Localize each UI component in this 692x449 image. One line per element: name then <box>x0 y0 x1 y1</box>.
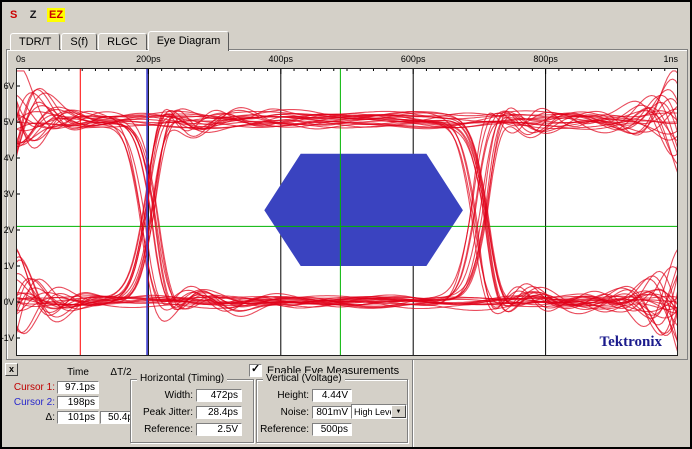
x-tick-label: 400ps <box>269 54 294 64</box>
y-tick-label: -1V <box>1 333 14 343</box>
s-parameters-icon[interactable]: S <box>8 8 19 22</box>
delta-t2-column-header: ΔT/2 <box>100 367 142 378</box>
peak-jitter-value: 28.4ps <box>196 406 242 419</box>
x-tick-label: 600ps <box>401 54 426 64</box>
toolbar: S Z EZ <box>8 5 69 21</box>
eye-diagram-canvas <box>16 68 678 356</box>
z-impedance-icon[interactable]: Z <box>28 8 39 22</box>
y-tick-label: 5V <box>4 117 14 127</box>
noise-label: Noise: <box>259 407 309 418</box>
y-tick-label: 4V <box>4 153 14 163</box>
y-tick-label: 6V <box>4 81 14 91</box>
y-tick-label: 2V <box>4 225 14 235</box>
vertical-reference-value: 500ps <box>312 423 352 436</box>
width-label: Width: <box>133 390 193 401</box>
horizontal-reference-value: 2.5V <box>196 423 242 436</box>
width-value: 472ps <box>196 389 242 402</box>
eye-diagram-plot[interactable]: Tektronix <box>16 68 678 356</box>
app-window: S Z EZ TDR/T S(f) RLGC Eye Diagram 0s 200… <box>0 0 692 449</box>
peak-jitter-label: Peak Jitter: <box>133 407 193 418</box>
noise-value: 801mV <box>312 406 352 419</box>
x-tick-label: 0s <box>16 54 26 64</box>
vertical-group-title: Vertical (Voltage) <box>263 373 345 384</box>
y-tick-label: 0V <box>4 297 14 307</box>
x-tick-label: 200ps <box>136 54 161 64</box>
cursor2-label: Cursor 2: <box>4 397 55 408</box>
cursor2-time-value: 198ps <box>57 396 99 409</box>
horizontal-reference-label: Reference: <box>133 424 193 435</box>
tab-rlgc[interactable]: RLGC <box>98 33 147 50</box>
tab-strip: TDR/T S(f) RLGC Eye Diagram <box>10 31 230 50</box>
y-tick-label: 3V <box>4 189 14 199</box>
x-axis-labels: 0s 200ps 400ps 600ps 800ps 1ns <box>16 54 678 66</box>
time-column-header: Time <box>57 367 99 378</box>
tab-s-f[interactable]: S(f) <box>61 33 97 50</box>
y-axis-labels: 6V 5V 4V 3V 2V 1V 0V -1V <box>2 68 15 356</box>
delta-time-value: 101ps <box>57 411 99 424</box>
cursor1-time-value: 97.1ps <box>57 381 99 394</box>
x-tick-label: 1ns <box>663 54 678 64</box>
height-value: 4.44V <box>312 389 352 402</box>
cursor1-label: Cursor 1: <box>4 382 55 393</box>
vertical-reference-label: Reference: <box>259 424 309 435</box>
noise-level-dropdown[interactable]: High Level ▼ <box>351 404 407 419</box>
close-panel-button[interactable]: x <box>5 363 18 376</box>
tab-tdr-t[interactable]: TDR/T <box>10 33 60 50</box>
chevron-down-icon[interactable]: ▼ <box>391 405 406 418</box>
panel-divider <box>412 360 414 447</box>
check-icon: ✓ <box>251 362 260 375</box>
delta-label: Δ: <box>4 412 55 423</box>
horizontal-group-title: Horizontal (Timing) <box>137 373 227 384</box>
enable-eye-checkbox[interactable]: ✓ <box>249 364 262 377</box>
y-tick-label: 1V <box>4 261 14 271</box>
eye-measure-icon[interactable]: EZ <box>47 8 65 22</box>
vertical-voltage-group: Vertical (Voltage) Height: 4.44V Noise: … <box>256 379 408 443</box>
noise-level-dropdown-value: High Level <box>352 407 391 417</box>
tab-eye-diagram[interactable]: Eye Diagram <box>148 31 230 51</box>
height-label: Height: <box>259 390 309 401</box>
horizontal-timing-group: Horizontal (Timing) Width: 472ps Peak Ji… <box>130 379 254 443</box>
tektronix-logo: Tektronix <box>599 334 662 351</box>
x-tick-label: 800ps <box>533 54 558 64</box>
